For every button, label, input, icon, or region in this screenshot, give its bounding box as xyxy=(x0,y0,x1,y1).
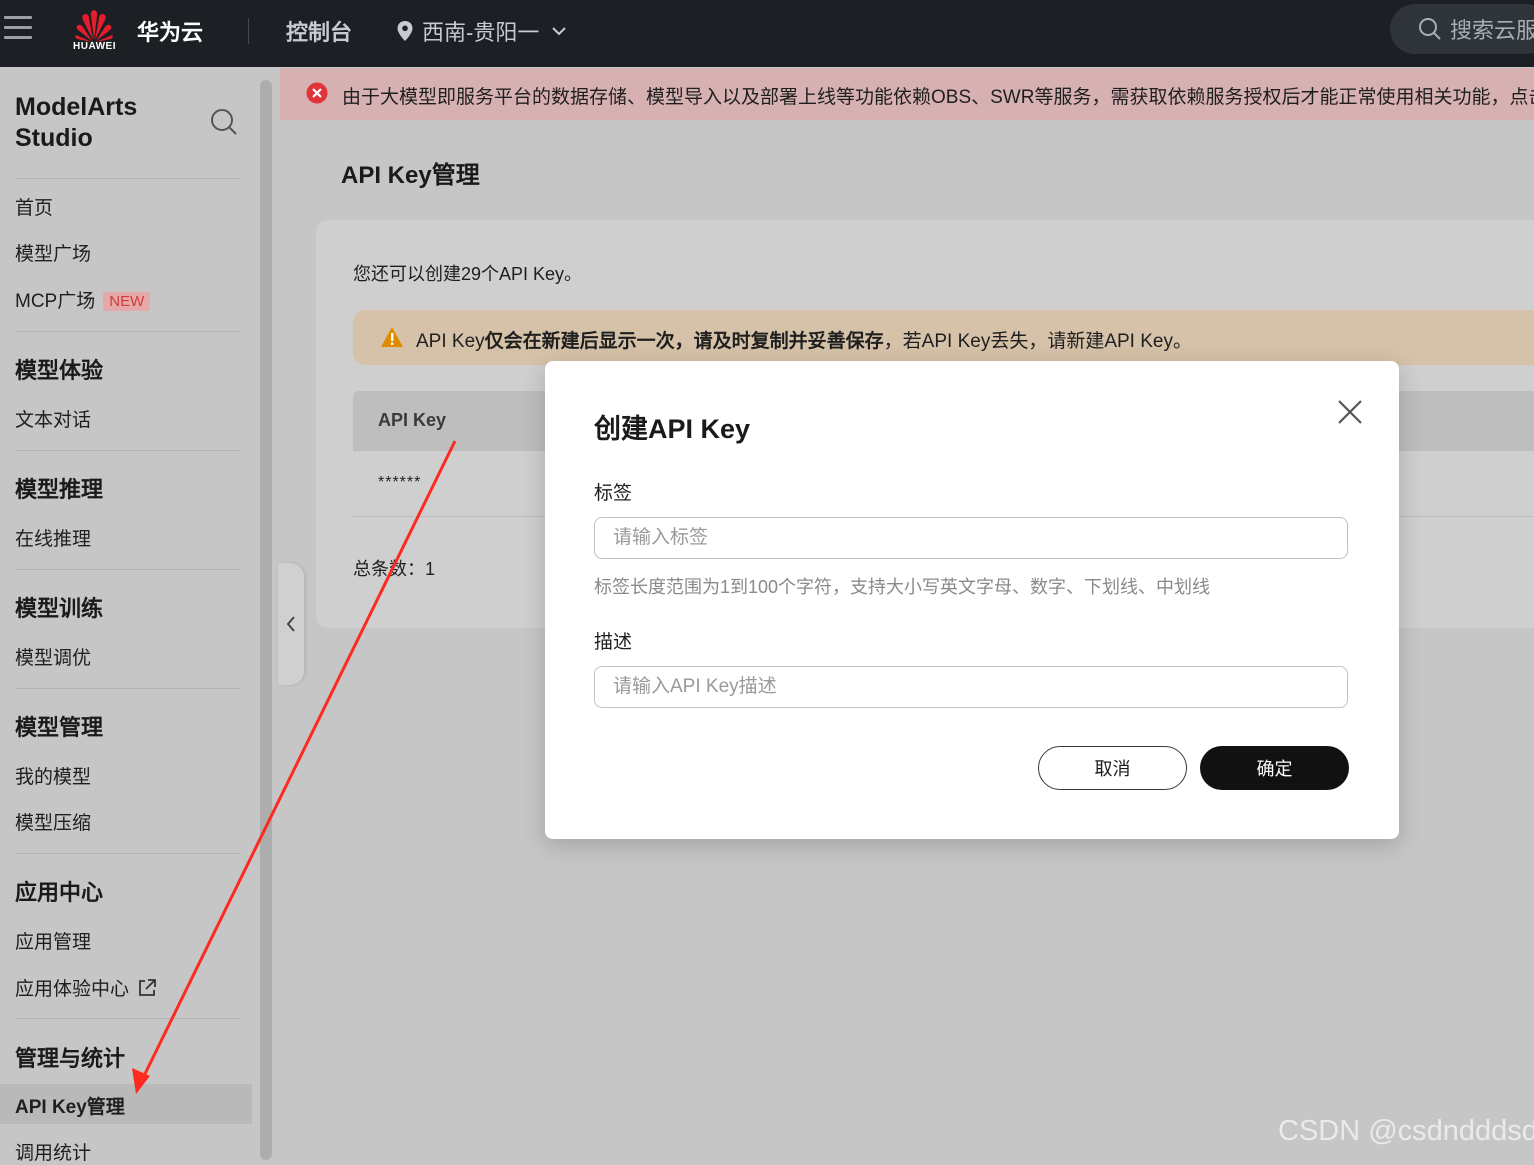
watermark: CSDN @csdndddsd xyxy=(1278,1115,1534,1147)
annotation-arrow xyxy=(132,440,457,1094)
